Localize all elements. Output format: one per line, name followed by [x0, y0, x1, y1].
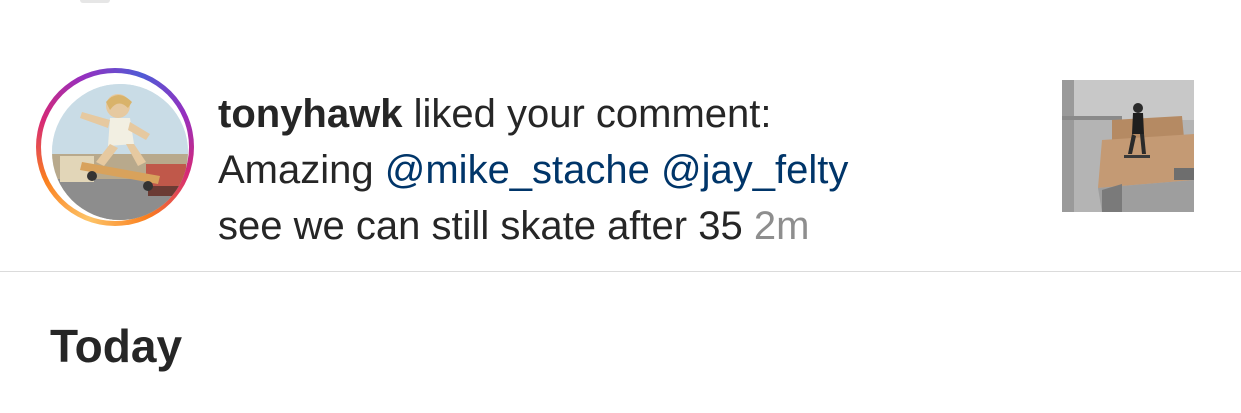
username-link[interactable]: tonyhawk [218, 92, 402, 136]
section-header-today: Today [50, 320, 183, 372]
notification-row[interactable]: tonyhawk liked your comment: Amazing @mi… [0, 0, 1241, 272]
mention-link[interactable]: @jay_felty [661, 148, 848, 192]
post-thumbnail-image [1062, 80, 1194, 212]
avatar-skater-photo [52, 84, 188, 220]
comment-text-end: see we can still skate after 35 [218, 204, 743, 248]
divider [0, 271, 1241, 272]
timestamp: 2m [753, 204, 810, 248]
post-thumbnail[interactable] [1062, 80, 1194, 212]
avatar[interactable] [52, 84, 188, 220]
notification-action: liked your comment: [402, 92, 772, 136]
comment-text-start: Amazing [218, 148, 385, 192]
avatar-story-ring[interactable] [36, 68, 194, 226]
notification-text: tonyhawk liked your comment: Amazing @mi… [218, 86, 1038, 254]
mention-link[interactable]: @mike_stache [385, 148, 650, 192]
